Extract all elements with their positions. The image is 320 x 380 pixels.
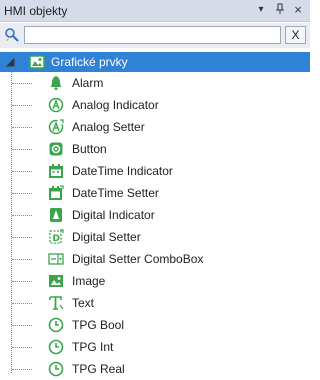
clock-icon <box>48 317 64 333</box>
pin-icon[interactable] <box>273 3 287 17</box>
tree-root-label: Grafické prvky <box>51 55 128 69</box>
button-icon <box>48 141 64 157</box>
search-toolbar: X <box>0 23 310 48</box>
dropdown-icon[interactable]: ▾ <box>254 3 268 17</box>
tree-item-label: Digital Setter ComboBox <box>72 252 204 266</box>
tree-item-label: Digital Setter <box>72 230 141 244</box>
tree-item-digital-indicator[interactable]: Digital Indicator <box>0 204 310 226</box>
combobox-icon <box>48 251 64 267</box>
tree-item-label: Analog Indicator <box>72 98 159 112</box>
clock-icon <box>48 339 64 355</box>
tree-item-analog-indicator[interactable]: Analog Indicator <box>0 94 310 116</box>
calendar-icon <box>48 163 64 179</box>
tree-item-datetime-setter[interactable]: DateTime Setter <box>0 182 310 204</box>
calendar-setter-icon <box>48 185 64 201</box>
tree-item-alarm[interactable]: Alarm <box>0 72 310 94</box>
hmi-objects-panel: HMI objekty ▾ × X ◢ Grafické prvky Alarm… <box>0 0 310 380</box>
tree-item-label: Image <box>72 274 106 288</box>
collapse-icon[interactable]: ◢ <box>6 55 14 68</box>
analog-setter-icon <box>48 119 64 135</box>
clear-search-button[interactable]: X <box>285 26 306 44</box>
tree-item-digital-setter-combobox[interactable]: Digital Setter ComboBox <box>0 248 310 270</box>
tree-item-button[interactable]: Button <box>0 138 310 160</box>
close-icon[interactable]: × <box>291 3 305 17</box>
panel-titlebar: HMI objekty ▾ × <box>0 0 310 22</box>
tree-item-label: TPG Bool <box>72 318 125 332</box>
tree-item-label: Analog Setter <box>72 120 145 134</box>
tree-item-tpg-int[interactable]: TPG Int <box>0 336 310 358</box>
search-input[interactable] <box>24 26 281 44</box>
digital-indicator-icon <box>48 207 64 223</box>
tree-root-graficke-prvky[interactable]: ◢ Grafické prvky <box>0 52 310 72</box>
digital-setter-icon: D <box>48 229 64 245</box>
tree-item-text[interactable]: Text <box>0 292 310 314</box>
analog-indicator-icon <box>48 97 64 113</box>
tree-item-image[interactable]: Image <box>0 270 310 292</box>
filter-icon[interactable] <box>4 27 20 43</box>
tree-item-tpg-bool[interactable]: TPG Bool <box>0 314 310 336</box>
tree-item-label: DateTime Indicator <box>72 164 173 178</box>
tree-item-label: DateTime Setter <box>72 186 159 200</box>
clock-icon <box>48 361 64 377</box>
tree-item-digital-setter[interactable]: D Digital Setter <box>0 226 310 248</box>
tree-item-label: TPG Real <box>72 362 125 376</box>
panel-title: HMI objekty <box>4 4 68 18</box>
tree-item-analog-setter[interactable]: Analog Setter <box>0 116 310 138</box>
text-icon <box>48 295 64 311</box>
tree-item-tpg-real[interactable]: TPG Real <box>0 358 310 380</box>
tree-item-label: Text <box>72 296 95 310</box>
tree-item-label: TPG Int <box>72 340 114 354</box>
image-icon <box>29 54 45 70</box>
object-tree: ◢ Grafické prvky Alarm Analog Indicator … <box>0 48 310 380</box>
bell-icon <box>48 75 64 91</box>
tree-item-label: Digital Indicator <box>72 208 155 222</box>
tree-item-datetime-indicator[interactable]: DateTime Indicator <box>0 160 310 182</box>
image-icon <box>48 273 64 289</box>
tree-item-label: Button <box>72 142 107 156</box>
svg-text:D: D <box>53 234 60 244</box>
tree-item-label: Alarm <box>72 76 104 90</box>
